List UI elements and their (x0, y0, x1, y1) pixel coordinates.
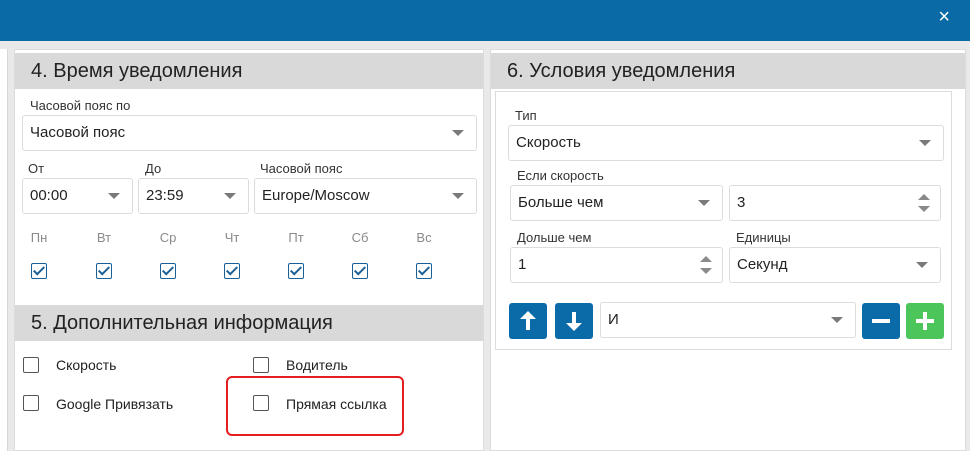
chevron-down-icon (698, 200, 710, 206)
from-label: От (28, 161, 45, 176)
speed-value: 3 (737, 194, 746, 211)
arrow-up-icon (520, 311, 536, 331)
section-4-title: 4. Время уведомления (15, 53, 483, 89)
chevron-down-icon (831, 317, 843, 323)
day-checkbox-sun[interactable] (416, 263, 432, 279)
speed-number-input[interactable]: 3 (729, 185, 941, 221)
logic-operator-value: И (608, 311, 619, 328)
to-time-select[interactable]: 23:59 (138, 178, 249, 214)
option-checkbox-driver[interactable] (253, 357, 269, 373)
previous-panel-edge (0, 49, 8, 451)
highlight-outline (226, 376, 404, 436)
day-label-thu: Чт (224, 230, 240, 245)
timezone-label: Часовой пояс (260, 161, 343, 176)
section-6-title: 6. Условия уведомления (491, 53, 965, 89)
chevron-down-icon (919, 140, 931, 146)
comparison-select[interactable]: Больше чем (510, 185, 723, 221)
option-label-driver: Водитель (286, 357, 348, 373)
minus-icon (872, 319, 890, 323)
duration-number-input[interactable]: 1 (510, 247, 723, 283)
arrow-down-icon (566, 311, 582, 331)
timezone-by-label: Часовой пояс по (30, 98, 131, 113)
timezone-by-value: Часовой пояс (30, 124, 126, 141)
section-5-title: 5. Дополнительная информация (15, 305, 483, 341)
day-checkbox-thu[interactable] (224, 263, 240, 279)
move-down-button[interactable] (555, 303, 593, 339)
chevron-down-icon (108, 193, 120, 199)
day-label-sat: Сб (351, 230, 369, 245)
window-right-edge (966, 41, 970, 451)
type-label: Тип (515, 108, 537, 123)
from-time-select[interactable]: 00:00 (22, 178, 133, 214)
plus-icon-vertical (923, 312, 927, 330)
type-value: Скорость (516, 134, 581, 151)
units-label: Единицы (736, 230, 791, 245)
to-label: До (145, 161, 162, 176)
option-checkbox-google-link[interactable] (23, 395, 39, 411)
units-select[interactable]: Секунд (729, 247, 941, 283)
day-label-tue: Вт (96, 230, 112, 245)
type-select[interactable]: Скорость (508, 125, 944, 161)
day-label-wed: Ср (159, 230, 177, 245)
add-condition-button[interactable] (906, 303, 944, 339)
timezone-select[interactable]: Europe/Moscow (254, 178, 477, 214)
timezone-value: Europe/Moscow (262, 187, 370, 204)
remove-condition-button[interactable] (862, 303, 900, 339)
chevron-down-icon (452, 130, 464, 136)
chevron-down-icon (224, 193, 236, 199)
if-speed-label: Если скорость (517, 168, 604, 183)
comparison-value: Больше чем (518, 194, 604, 211)
day-label-mon: Пн (30, 230, 48, 245)
day-checkbox-tue[interactable] (96, 263, 112, 279)
units-value: Секунд (737, 256, 788, 273)
day-checkbox-wed[interactable] (160, 263, 176, 279)
day-label-sun: Вс (416, 230, 432, 245)
from-time-value: 00:00 (30, 187, 68, 204)
day-checkbox-mon[interactable] (31, 263, 47, 279)
stepper-icon[interactable] (918, 194, 930, 214)
stepper-icon[interactable] (700, 256, 712, 276)
day-checkbox-fri[interactable] (288, 263, 304, 279)
longer-than-label: Дольше чем (517, 230, 592, 245)
move-up-button[interactable] (509, 303, 547, 339)
timezone-by-select[interactable]: Часовой пояс (22, 115, 477, 151)
duration-value: 1 (518, 256, 527, 273)
logic-operator-select[interactable]: И (600, 302, 856, 338)
option-checkbox-speed[interactable] (23, 357, 39, 373)
close-icon[interactable]: × (938, 7, 950, 27)
to-time-value: 23:59 (146, 187, 184, 204)
option-label-speed: Скорость (56, 357, 117, 373)
option-label-google-link: Google Привязать (56, 396, 174, 412)
day-checkbox-sat[interactable] (352, 263, 368, 279)
chevron-down-icon (916, 262, 928, 268)
dialog-header-bar: × (0, 0, 970, 41)
chevron-down-icon (452, 193, 464, 199)
day-label-fri: Пт (288, 230, 304, 245)
